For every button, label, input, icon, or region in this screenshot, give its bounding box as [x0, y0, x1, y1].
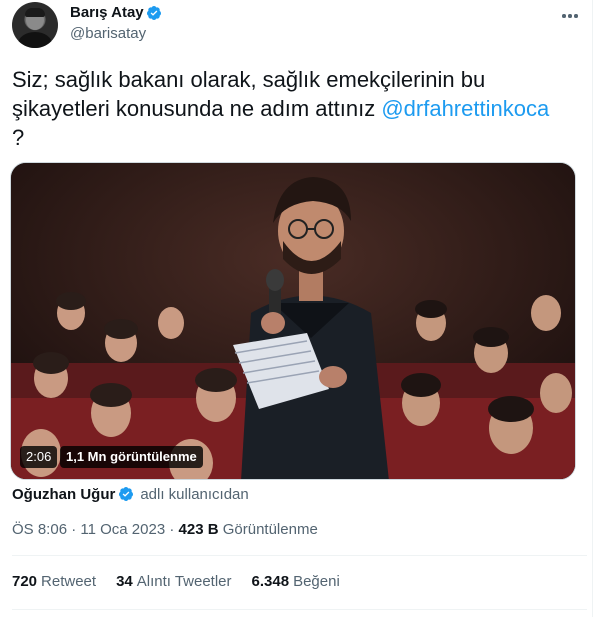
credit-suffix: adlı kullanıcıdan	[140, 485, 249, 503]
tweet-date[interactable]: 11 Oca 2023	[80, 521, 165, 538]
video-player[interactable]	[10, 162, 576, 480]
divider-bottom	[12, 609, 587, 610]
mention-link[interactable]: @drfahrettinkoca	[381, 96, 549, 121]
verified-badge-icon	[119, 487, 134, 501]
column-border	[592, 0, 593, 617]
video-views-badge: 1,1 Mn görüntülenme	[60, 446, 203, 468]
divider	[12, 555, 587, 556]
likes-stat[interactable]: 6.348 Beğeni	[252, 572, 340, 592]
engagement-stats: 720 Retweet 34 Alıntı Tweetler 6.348 Beğ…	[12, 572, 360, 592]
tweet-time[interactable]: ÖS 8:06	[12, 521, 67, 538]
quotes-label: Alıntı Tweetler	[136, 573, 232, 590]
quotes-count: 34	[116, 573, 133, 590]
tweet-text: Siz; sağlık bakanı olarak, sağlık emekçi…	[12, 65, 587, 152]
retweets-stat[interactable]: 720 Retweet	[12, 572, 96, 592]
tweet-text-end: ?	[12, 125, 25, 150]
meta-separator-2: ·	[165, 521, 179, 538]
views-count: 423 B	[178, 521, 219, 538]
author-handle[interactable]: @barisatay	[70, 25, 146, 43]
video-frame	[11, 163, 575, 479]
media-credit: Oğuzhan Uğur adlı kullanıcıdan	[12, 484, 249, 504]
retweets-label: Retweet	[41, 573, 97, 590]
tweet-meta: ÖS 8:06 · 11 Oca 2023 · 423 B Görüntülen…	[12, 520, 318, 540]
video-duration: 2:06	[20, 446, 58, 468]
avatar[interactable]	[12, 2, 58, 48]
likes-label: Beğeni	[293, 573, 340, 590]
more-options-icon[interactable]	[558, 6, 582, 26]
retweets-count: 720	[12, 573, 38, 590]
author-display-name[interactable]: Barış Atay	[70, 4, 144, 22]
views-label: Görüntülenme	[222, 521, 318, 538]
meta-separator: ·	[67, 521, 81, 538]
quotes-stat[interactable]: 34 Alıntı Tweetler	[116, 572, 231, 592]
credit-name[interactable]: Oğuzhan Uğur	[12, 486, 115, 503]
likes-count: 6.348	[251, 573, 290, 590]
verified-badge-icon	[146, 6, 161, 20]
